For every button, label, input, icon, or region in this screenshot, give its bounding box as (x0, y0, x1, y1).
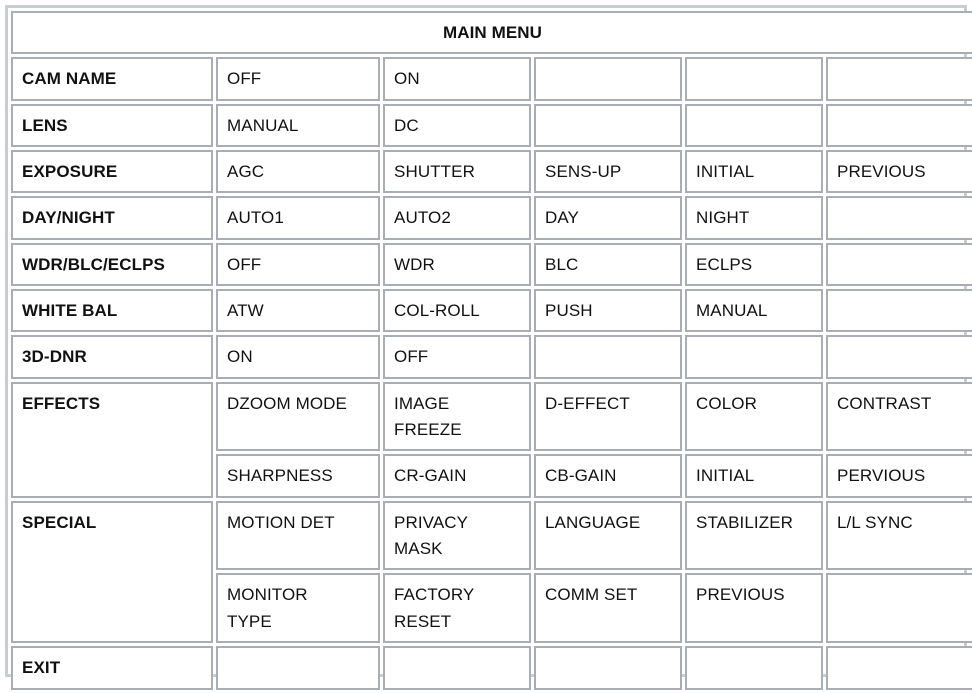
table-row: LENS MANUAL DC (11, 103, 972, 148)
menu-option-exit-4 (826, 646, 972, 690)
menu-label-special: SPECIAL (11, 500, 213, 644)
main-menu-table: MAIN MENU CAM NAME OFF ON LENS MANUAL DC (8, 8, 972, 693)
main-menu-body: MAIN MENU CAM NAME OFF ON LENS MANUAL DC (11, 11, 972, 690)
menu-option-3d-dnr-4 (826, 335, 972, 379)
menu-option-exposure-4[interactable]: PREVIOUS (826, 150, 972, 194)
menu-label-lens: LENS (11, 103, 213, 148)
menu-option-cam-name-3 (685, 57, 823, 101)
menu-option-3d-dnr-3 (685, 335, 823, 379)
menu-option-exposure-2[interactable]: SENS-UP (534, 150, 682, 194)
menu-option-white-bal-1[interactable]: COL-ROLL (383, 289, 531, 333)
table-row: 3D-DNR ON OFF (11, 335, 972, 379)
menu-option-wdr-1[interactable]: WDR (383, 242, 531, 287)
menu-option-cam-name-1[interactable]: ON (383, 57, 531, 101)
menu-label-cam-name: CAM NAME (11, 57, 213, 101)
menu-option-lens-4 (826, 103, 972, 148)
menu-option-special-4[interactable]: L/L SYNC (826, 500, 972, 571)
menu-label-3d-dnr: 3D-DNR (11, 335, 213, 379)
menu-option-cam-name-4 (826, 57, 972, 101)
menu-option-wdr-0[interactable]: OFF (216, 242, 380, 287)
menu-option-effects-9[interactable]: PERVIOUS (826, 454, 972, 498)
menu-option-day-night-1[interactable]: AUTO2 (383, 196, 531, 240)
menu-option-effects-4[interactable]: CONTRAST (826, 381, 972, 452)
table-row: EXPOSURE AGC SHUTTER SENS-UP INITIAL PRE… (11, 150, 972, 194)
menu-label-exposure: EXPOSURE (11, 150, 213, 194)
table-row: WDR/BLC/ECLPS OFF WDR BLC ECLPS (11, 242, 972, 287)
menu-option-day-night-3[interactable]: NIGHT (685, 196, 823, 240)
menu-option-effects-6[interactable]: CR-GAIN (383, 454, 531, 498)
table-row: MAIN MENU (11, 11, 972, 55)
menu-option-special-3[interactable]: STABILIZER (685, 500, 823, 571)
menu-option-lens-0[interactable]: MANUAL (216, 103, 380, 148)
menu-option-day-night-0[interactable]: AUTO1 (216, 196, 380, 240)
menu-option-lens-2 (534, 103, 682, 148)
menu-option-exposure-3[interactable]: INITIAL (685, 150, 823, 194)
menu-option-effects-5[interactable]: SHARPNESS (216, 454, 380, 498)
table-row: EXIT (11, 646, 972, 690)
menu-option-day-night-2[interactable]: DAY (534, 196, 682, 240)
menu-option-effects-8[interactable]: INITIAL (685, 454, 823, 498)
menu-label-day-night: DAY/NIGHT (11, 196, 213, 240)
menu-option-special-0[interactable]: MOTION DET (216, 500, 380, 571)
menu-option-effects-2[interactable]: D-EFFECT (534, 381, 682, 452)
menu-option-white-bal-3[interactable]: MANUAL (685, 289, 823, 333)
page-title: MAIN MENU (11, 11, 972, 55)
menu-option-special-2[interactable]: LANGUAGE (534, 500, 682, 571)
menu-option-lens-3 (685, 103, 823, 148)
menu-option-white-bal-4 (826, 289, 972, 333)
menu-option-exit-2 (534, 646, 682, 690)
main-menu-frame: MAIN MENU CAM NAME OFF ON LENS MANUAL DC (5, 5, 972, 690)
table-row: SPECIAL MOTION DET PRIVACY MASK LANGUAGE… (11, 500, 972, 644)
menu-option-exit-1 (383, 646, 531, 690)
menu-option-effects-3[interactable]: COLOR (685, 381, 823, 452)
menu-option-effects-1[interactable]: IMAGE FREEZE (383, 381, 531, 452)
menu-option-wdr-3[interactable]: ECLPS (685, 242, 823, 287)
menu-option-special-7[interactable]: COMM SET (534, 573, 682, 644)
menu-label-white-bal: WHITE BAL (11, 289, 213, 333)
menu-option-effects-7[interactable]: CB-GAIN (534, 454, 682, 498)
menu-option-cam-name-2 (534, 57, 682, 101)
table-row: CAM NAME OFF ON (11, 57, 972, 101)
menu-option-white-bal-2[interactable]: PUSH (534, 289, 682, 333)
menu-label-wdr-blc-eclps: WDR/BLC/ECLPS (11, 242, 213, 287)
menu-option-wdr-2[interactable]: BLC (534, 242, 682, 287)
menu-option-exposure-1[interactable]: SHUTTER (383, 150, 531, 194)
table-row: EFFECTS DZOOM MODE IMAGE FREEZE D-EFFECT… (11, 381, 972, 498)
menu-option-3d-dnr-0[interactable]: ON (216, 335, 380, 379)
menu-option-white-bal-0[interactable]: ATW (216, 289, 380, 333)
table-row: DAY/NIGHT AUTO1 AUTO2 DAY NIGHT (11, 196, 972, 240)
menu-option-lens-1[interactable]: DC (383, 103, 531, 148)
menu-option-3d-dnr-1[interactable]: OFF (383, 335, 531, 379)
menu-option-exit-0 (216, 646, 380, 690)
menu-option-wdr-4 (826, 242, 972, 287)
menu-option-day-night-4 (826, 196, 972, 240)
menu-label-exit[interactable]: EXIT (11, 646, 213, 690)
menu-option-special-5[interactable]: MONITOR TYPE (216, 573, 380, 644)
table-row: WHITE BAL ATW COL-ROLL PUSH MANUAL (11, 289, 972, 333)
menu-option-special-1[interactable]: PRIVACY MASK (383, 500, 531, 571)
menu-option-3d-dnr-2 (534, 335, 682, 379)
menu-option-special-6[interactable]: FACTORY RESET (383, 573, 531, 644)
menu-label-effects: EFFECTS (11, 381, 213, 498)
menu-option-cam-name-0[interactable]: OFF (216, 57, 380, 101)
menu-option-exposure-0[interactable]: AGC (216, 150, 380, 194)
menu-option-effects-0[interactable]: DZOOM MODE (216, 381, 380, 452)
menu-option-special-9 (826, 573, 972, 644)
menu-option-special-8[interactable]: PREVIOUS (685, 573, 823, 644)
menu-option-exit-3 (685, 646, 823, 690)
